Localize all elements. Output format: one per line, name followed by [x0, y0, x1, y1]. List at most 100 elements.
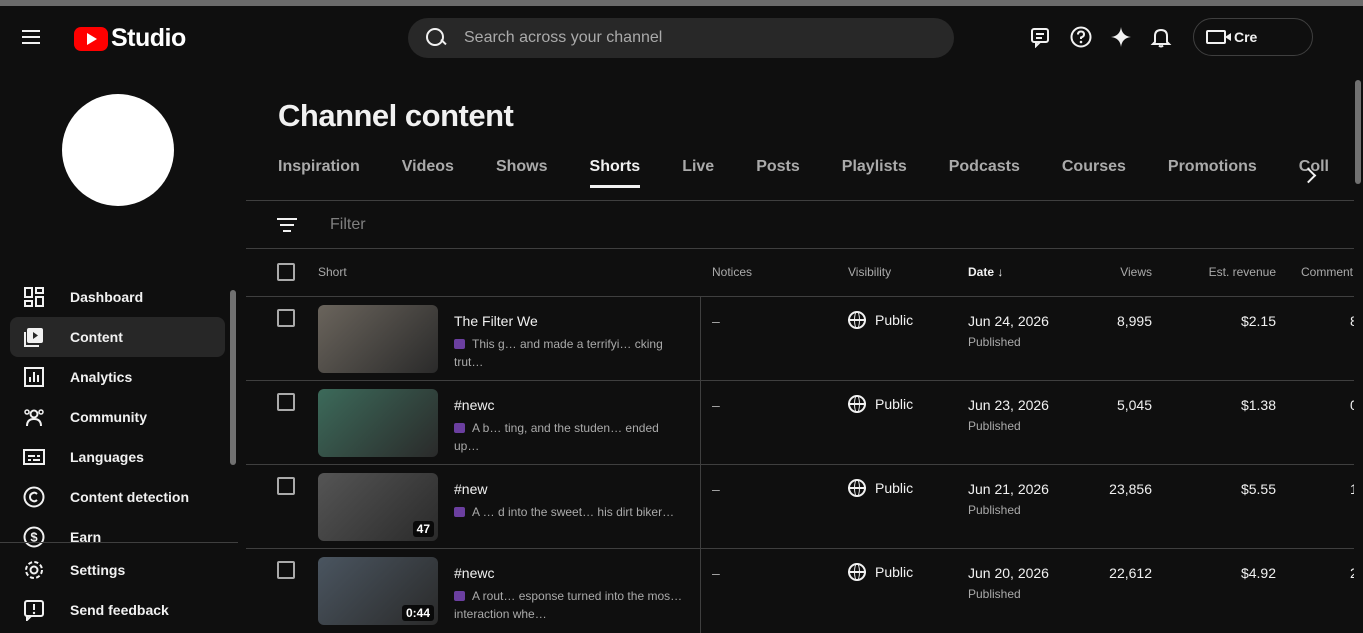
video-thumbnail[interactable]	[318, 389, 438, 457]
sidebar-item-label: Dashboard	[70, 289, 144, 305]
row-checkbox[interactable]	[277, 561, 295, 579]
table-row[interactable]: The Filter We This g… and made a terrify…	[246, 296, 1358, 381]
select-all-checkbox[interactable]	[277, 263, 295, 281]
video-title[interactable]: #new	[454, 481, 487, 497]
search-bar[interactable]	[408, 18, 954, 58]
views-value: 23,856	[1109, 481, 1152, 497]
revenue-value: $5.55	[1240, 481, 1276, 497]
duration-badge: 0:44	[401, 605, 434, 621]
video-thumbnail[interactable]: 0:44	[318, 557, 438, 625]
tab-live[interactable]: Live	[682, 158, 714, 188]
tab-courses[interactable]: Courses	[1062, 158, 1126, 188]
chevron-right-icon[interactable]	[1300, 166, 1320, 186]
video-title[interactable]: #newc	[454, 565, 494, 581]
publish-status: Published	[968, 335, 1021, 349]
notices-value: –	[712, 397, 720, 413]
sidebar-item-content[interactable]: Content	[10, 317, 225, 357]
tab-podcasts[interactable]: Podcasts	[949, 158, 1020, 188]
date-value: Jun 23, 2026	[968, 397, 1049, 413]
search-icon[interactable]	[426, 28, 446, 48]
youtube-play-icon	[74, 26, 108, 51]
sidebar: Dashboard Content Analytics Community Langua…	[0, 68, 246, 621]
column-separator	[700, 465, 701, 549]
description-icon	[454, 507, 465, 517]
views-value: 5,045	[1116, 397, 1152, 413]
globe-icon	[848, 395, 866, 413]
sidebar-item-label: Content	[70, 329, 123, 345]
column-visibility[interactable]: Visibility	[848, 265, 891, 279]
sidebar-item-send-feedback[interactable]: Send feedback	[10, 590, 225, 630]
tab-inspiration[interactable]: Inspiration	[278, 158, 360, 188]
sidebar-item-dashboard[interactable]: Dashboard	[10, 277, 225, 317]
page-scrollbar-thumb[interactable]	[1355, 80, 1361, 184]
sidebar-item-content-detection[interactable]: Content detection	[10, 477, 225, 517]
filter-icon[interactable]	[277, 217, 297, 233]
dollar-icon: $	[22, 525, 46, 549]
video-description: A b… ting, and the studen… ended up…	[454, 421, 659, 453]
row-checkbox[interactable]	[277, 393, 295, 411]
visibility-label: Public	[875, 396, 914, 412]
revenue-value: $1.38	[1240, 397, 1276, 413]
filter-input[interactable]	[330, 215, 730, 234]
sidebar-item-languages[interactable]: Languages	[10, 437, 225, 477]
tab-promotions[interactable]: Promotions	[1168, 158, 1257, 188]
duration-badge: 47	[412, 521, 434, 537]
page-scrollbar[interactable]	[1354, 68, 1363, 618]
video-thumbnail[interactable]: 47	[318, 473, 438, 541]
community-icon	[22, 405, 46, 429]
column-comments[interactable]: Comment	[1301, 265, 1353, 279]
video-title[interactable]: #newc	[454, 397, 494, 413]
tab-shorts[interactable]: Shorts	[589, 158, 641, 188]
row-checkbox[interactable]	[277, 477, 295, 495]
revenue-value: $4.92	[1240, 565, 1276, 581]
column-short[interactable]: Short	[318, 265, 347, 279]
table-row[interactable]: 0:44 #newc A rout… esponse turned into t…	[246, 548, 1358, 633]
globe-icon	[848, 311, 866, 329]
visibility-label: Public	[875, 312, 914, 328]
column-revenue[interactable]: Est. revenue	[1209, 265, 1276, 279]
column-separator	[700, 297, 701, 381]
tab-videos[interactable]: Videos	[402, 158, 454, 188]
table-row[interactable]: 47 #new A … d into the sweet… his dirt b…	[246, 464, 1358, 549]
sidebar-item-analytics[interactable]: Analytics	[10, 357, 225, 397]
content-tabs: Inspiration Videos Shows Shorts Live Posts Pla…	[278, 158, 1363, 188]
feedback-icon	[22, 598, 46, 622]
visibility-label: Public	[875, 480, 914, 496]
column-views[interactable]: Views	[1120, 265, 1152, 279]
description-icon	[454, 591, 465, 601]
bell-icon[interactable]	[1150, 24, 1172, 50]
tab-posts[interactable]: Posts	[756, 158, 800, 188]
create-button[interactable]: Cre	[1193, 18, 1313, 56]
sidebar-item-label: Content detection	[70, 489, 189, 505]
video-camera-icon	[1206, 30, 1231, 44]
sparkle-icon[interactable]	[1110, 24, 1132, 50]
channel-avatar[interactable]	[62, 94, 174, 206]
search-input[interactable]	[464, 29, 924, 47]
languages-icon	[22, 445, 46, 469]
video-thumbnail[interactable]	[318, 305, 438, 373]
globe-icon	[848, 479, 866, 497]
column-separator	[700, 381, 701, 465]
visibility-dropdown[interactable]: Public	[848, 479, 913, 497]
sidebar-bottom-nav: Settings Send feedback	[10, 550, 225, 630]
row-checkbox[interactable]	[277, 309, 295, 327]
notices-value: –	[712, 565, 720, 581]
sidebar-scrollbar[interactable]	[230, 290, 236, 465]
visibility-dropdown[interactable]: Public	[848, 563, 913, 581]
studio-logo[interactable]: Studio	[74, 24, 186, 53]
content-icon	[22, 325, 46, 349]
visibility-dropdown[interactable]: Public	[848, 395, 913, 413]
feedback-chat-icon[interactable]	[1030, 24, 1052, 50]
tab-playlists[interactable]: Playlists	[842, 158, 907, 188]
sidebar-item-settings[interactable]: Settings	[10, 550, 225, 590]
video-description: A … d into the sweet… his dirt biker…	[454, 503, 684, 521]
visibility-dropdown[interactable]: Public	[848, 311, 913, 329]
help-icon[interactable]	[1070, 24, 1092, 50]
sidebar-item-community[interactable]: Community	[10, 397, 225, 437]
column-date[interactable]: Date ↓	[968, 265, 1003, 279]
create-label: Cre	[1234, 29, 1258, 45]
tab-shows[interactable]: Shows	[496, 158, 548, 188]
video-title[interactable]: The Filter We	[454, 313, 538, 329]
menu-icon[interactable]	[22, 26, 50, 50]
table-row[interactable]: #newc A b… ting, and the studen… ended u…	[246, 380, 1358, 465]
